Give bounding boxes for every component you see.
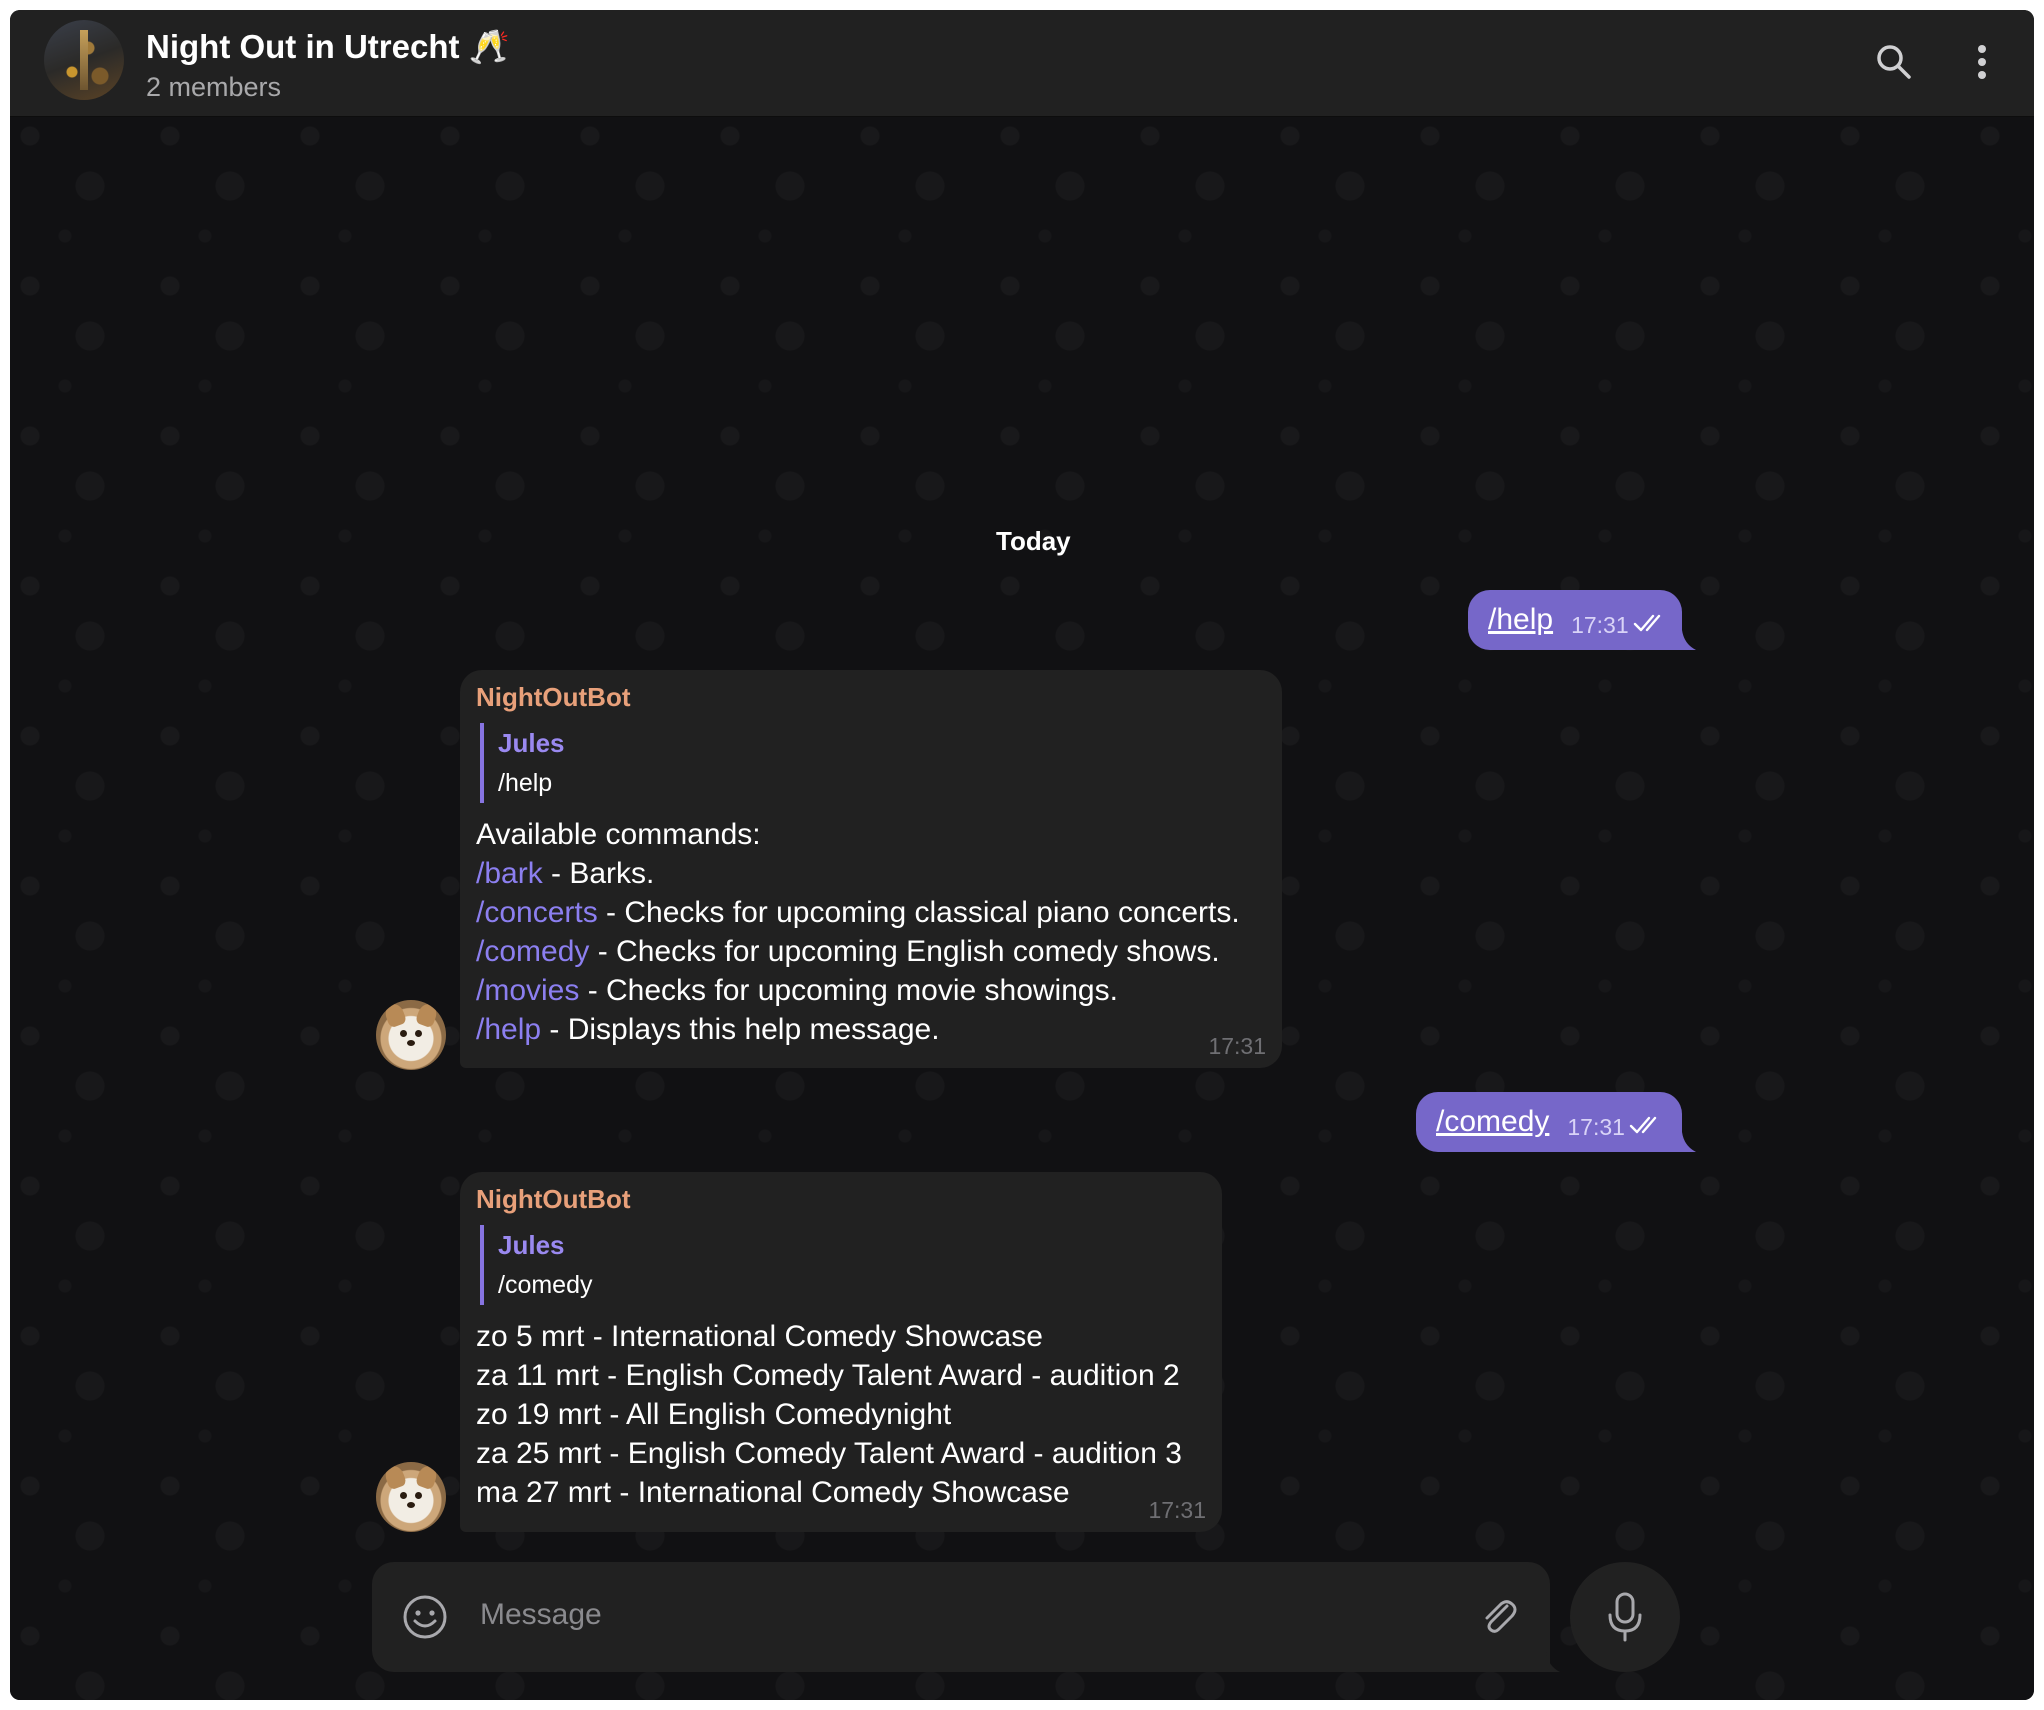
chat-header[interactable]: Night Out in Utrecht 🥂 2 members: [10, 10, 2034, 117]
command-link[interactable]: /comedy: [476, 935, 589, 968]
event-line: za 25 mrt - English Comedy Talent Award …: [476, 1437, 1182, 1470]
command-line-movies: /movies - Checks for upcoming movie show…: [476, 974, 1118, 1007]
chat-title[interactable]: Night Out in Utrecht 🥂: [146, 28, 510, 67]
message-time: 17:31: [1148, 1497, 1206, 1523]
bot-avatar[interactable]: [376, 1462, 446, 1532]
outgoing-message[interactable]: /comedy 17:31: [1416, 1092, 1682, 1152]
command-link[interactable]: /movies: [476, 974, 579, 1007]
event-line: za 11 mrt - English Comedy Talent Award …: [476, 1359, 1180, 1392]
more-vertical-icon[interactable]: [1960, 40, 2004, 84]
command-link[interactable]: /bark: [476, 857, 543, 890]
bubble-tail: [1676, 630, 1696, 650]
member-count: 2 members: [146, 72, 282, 102]
message-time: 17:31: [1567, 1113, 1625, 1140]
paperclip-icon[interactable]: [1474, 1592, 1524, 1642]
message-text[interactable]: /help: [1488, 603, 1553, 637]
search-icon[interactable]: [1872, 40, 1916, 84]
message-line: Available commands:: [476, 818, 761, 851]
reply-author: Jules: [498, 728, 565, 758]
reply-quote[interactable]: Jules /comedy: [480, 1225, 1206, 1305]
message-text[interactable]: /comedy: [1436, 1105, 1549, 1139]
command-line-help: /help - Displays this help message.: [476, 1013, 940, 1046]
command-line-concerts: /concerts - Checks for upcoming classica…: [476, 896, 1240, 929]
smile-icon[interactable]: [400, 1592, 450, 1642]
command-line-comedy: /comedy - Checks for upcoming English co…: [476, 935, 1220, 968]
event-line: zo 5 mrt - International Comedy Showcase: [476, 1320, 1043, 1353]
incoming-message[interactable]: NightOutBot Jules /comedy zo 5 mrt - Int…: [460, 1172, 1222, 1532]
reply-text: /help: [498, 769, 553, 797]
read-checks-icon: [1633, 613, 1667, 638]
telegram-window: Night Out in Utrecht 🥂 2 members Today /…: [10, 10, 2034, 1700]
bubble-tail: [1676, 1132, 1696, 1152]
microphone-icon: [1608, 1592, 1642, 1642]
reply-quote[interactable]: Jules /help: [480, 723, 1266, 803]
command-link[interactable]: /concerts: [476, 896, 598, 929]
message-composer[interactable]: Message: [372, 1562, 1550, 1672]
outgoing-message[interactable]: /help 17:31: [1468, 590, 1682, 650]
message-input[interactable]: Message: [480, 1598, 602, 1632]
event-line: zo 19 mrt - All English Comedynight: [476, 1398, 952, 1431]
composer-tail: [1540, 1652, 1560, 1672]
sender-name[interactable]: NightOutBot: [476, 1184, 1206, 1215]
group-avatar[interactable]: [44, 20, 124, 100]
reply-author: Jules: [498, 1230, 565, 1260]
read-checks-icon: [1629, 1115, 1663, 1140]
event-line: ma 27 mrt - International Comedy Showcas…: [476, 1476, 1070, 1509]
microphone-button[interactable]: [1570, 1562, 1680, 1672]
incoming-message[interactable]: NightOutBot Jules /help Available comman…: [460, 670, 1282, 1068]
command-link[interactable]: /help: [476, 1013, 541, 1046]
date-separator: Today: [996, 526, 1071, 556]
tower-photo: [80, 30, 88, 90]
message-time: 17:31: [1208, 1033, 1266, 1059]
bot-avatar[interactable]: [376, 1000, 446, 1070]
message-time: 17:31: [1571, 611, 1629, 638]
sender-name[interactable]: NightOutBot: [476, 682, 1266, 713]
reply-text: /comedy: [498, 1271, 593, 1299]
command-line-bark: /bark - Barks.: [476, 857, 655, 890]
